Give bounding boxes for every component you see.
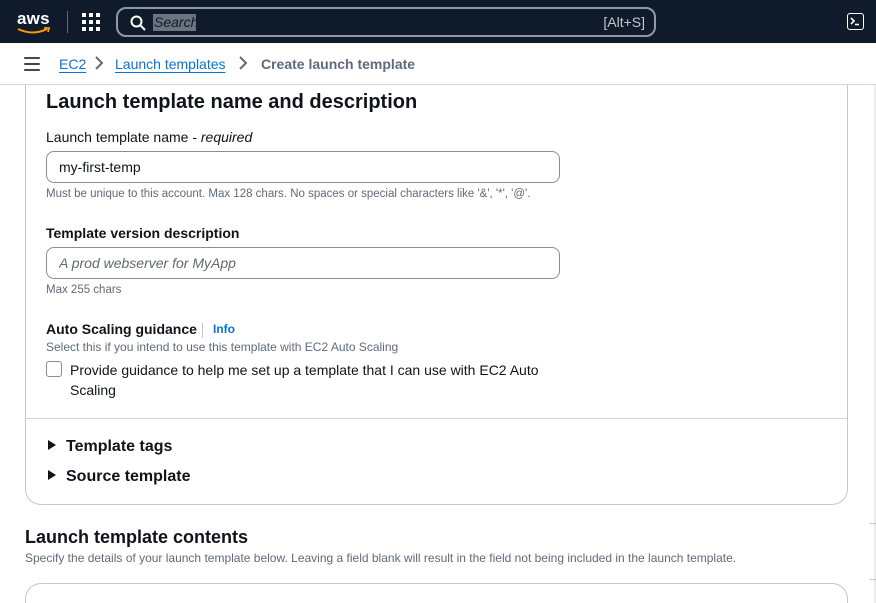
terminal-prompt-icon xyxy=(850,17,859,26)
breadcrumb-launch-templates[interactable]: Launch templates xyxy=(115,56,226,72)
search-input[interactable] xyxy=(154,14,574,32)
source-template-expander[interactable]: Source template xyxy=(48,468,190,486)
launch-template-contents-title: Launch template contents xyxy=(25,527,249,547)
menu-icon[interactable] xyxy=(24,57,40,71)
template-name-hint: Must be unique to this account. Max 128 … xyxy=(46,188,531,200)
nav-divider xyxy=(67,11,68,33)
source-template-label: Source template xyxy=(66,468,191,485)
launch-template-contents-panel xyxy=(25,583,848,603)
caret-right-icon xyxy=(48,440,56,450)
description-label-text: Template version description xyxy=(46,225,240,241)
template-name-label: Launch template name - required xyxy=(46,129,252,145)
launch-template-contents-description: Specify the details of your launch templ… xyxy=(25,551,737,565)
asg-guidance-label-text: Auto Scaling guidance xyxy=(46,321,197,337)
asg-info-link[interactable]: Info xyxy=(213,322,235,336)
template-tags-label: Template tags xyxy=(66,438,173,455)
cloudshell-icon[interactable] xyxy=(847,13,864,30)
asg-guidance-checkbox-label[interactable]: Provide guidance to help me set up a tem… xyxy=(70,360,570,400)
asg-guidance-hint: Select this if you intend to use this te… xyxy=(46,340,399,354)
asg-guidance-label: Auto Scaling guidance xyxy=(46,321,197,337)
aws-logo[interactable]: aws xyxy=(17,9,50,29)
aws-smile-icon xyxy=(17,27,51,34)
top-navigation: aws Search [Alt+S] xyxy=(0,0,876,43)
breadcrumb-current: Create launch template xyxy=(261,56,416,72)
caret-right-icon xyxy=(48,470,56,480)
search-icon xyxy=(130,15,146,31)
panel-title: Launch template name and description xyxy=(46,91,418,113)
description-input[interactable] xyxy=(46,247,560,279)
breadcrumb-bar: EC2 Launch templates Create launch templ… xyxy=(0,43,876,85)
scroll-edge-mark xyxy=(870,523,876,580)
search-box[interactable]: Search [Alt+S] xyxy=(116,7,656,37)
info-divider xyxy=(202,323,203,338)
template-tags-expander[interactable]: Template tags xyxy=(48,438,172,456)
description-hint: Max 255 chars xyxy=(46,284,122,296)
services-menu-icon[interactable] xyxy=(82,13,100,31)
template-name-label-text: Launch template name - xyxy=(46,129,201,145)
chevron-right-icon xyxy=(95,56,104,70)
description-label: Template version description xyxy=(46,225,239,241)
name-description-panel: Launch template name and description Lau… xyxy=(25,85,848,505)
section-divider xyxy=(26,418,847,419)
template-name-input[interactable] xyxy=(46,151,560,183)
breadcrumb-ec2[interactable]: EC2 xyxy=(59,56,86,72)
search-shortcut: [Alt+S] xyxy=(603,14,645,30)
asg-guidance-checkbox[interactable] xyxy=(46,361,62,377)
required-marker: required xyxy=(200,129,253,145)
chevron-right-icon xyxy=(239,56,248,70)
